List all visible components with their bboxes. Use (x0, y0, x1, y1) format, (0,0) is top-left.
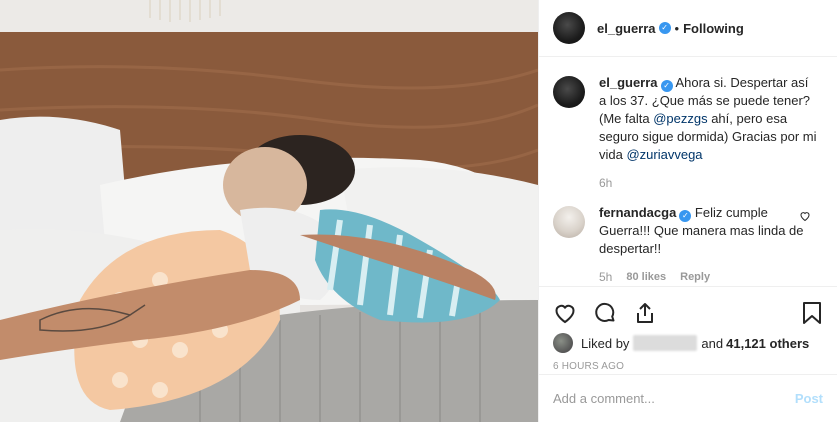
commenter-username[interactable]: fernandacga (599, 205, 676, 220)
comment-input[interactable] (553, 391, 795, 406)
bookmark-icon[interactable] (801, 301, 823, 325)
caption-body: el_guerra ✓ Ahora si. Despertar así a los… (599, 74, 819, 192)
action-icons (553, 293, 823, 333)
comment-body: fernandacga ✓ Feliz cumple Guerra!!! Que … (599, 204, 819, 284)
author-avatar[interactable] (553, 12, 585, 44)
comment-icon[interactable] (593, 301, 617, 325)
caption: el_guerra ✓ Ahora si. Despertar así a los… (553, 74, 823, 192)
comment-item: fernandacga ✓ Feliz cumple Guerra!!! Que … (553, 204, 823, 284)
mention-link[interactable]: @zuriavvega (626, 147, 702, 162)
caption-author-avatar[interactable] (553, 76, 585, 108)
share-icon[interactable] (633, 301, 657, 325)
add-comment-bar: Post (539, 374, 837, 422)
post-timestamp[interactable]: 6 HOURS AGO (553, 361, 823, 372)
follow-button[interactable]: Following (683, 21, 744, 36)
blurred-liker-name[interactable] (633, 335, 698, 351)
author-username[interactable]: el_guerra (597, 21, 656, 36)
separator-dot: • (674, 20, 680, 36)
comment-like-icon[interactable] (799, 210, 811, 225)
commenter-avatar[interactable] (553, 206, 585, 238)
actions-section: Liked by and 41,121 others 6 HOURS AGO (539, 286, 837, 372)
liked-by-prefix: Liked by (581, 335, 630, 351)
caption-meta: 6h (599, 174, 819, 192)
liker-avatar[interactable] (553, 333, 573, 353)
verified-badge-icon: ✓ (658, 22, 671, 34)
comments-section: el_guerra ✓ Ahora si. Despertar así a los… (539, 58, 837, 284)
likes-count[interactable]: 41,121 others (726, 336, 809, 351)
mention-link[interactable]: @pezzgs (653, 111, 707, 126)
reply-button[interactable]: Reply (680, 268, 710, 284)
post-photo[interactable] (0, 0, 538, 422)
comment-age[interactable]: 5h (599, 268, 612, 284)
photo-illustration (0, 0, 538, 422)
comment-likes[interactable]: 80 likes (626, 268, 666, 284)
post-comment-button[interactable]: Post (795, 391, 823, 406)
instagram-post: el_guerra ✓ • Following el_guerra ✓ Ahora… (0, 0, 837, 422)
comment-meta: 5h 80 likes Reply (599, 268, 819, 284)
post-header: el_guerra ✓ • Following (539, 0, 837, 57)
caption-age[interactable]: 6h (599, 174, 612, 192)
likes-and: and (701, 335, 724, 351)
heart-icon[interactable] (553, 301, 577, 325)
caption-author[interactable]: el_guerra (599, 75, 658, 90)
verified-badge-icon: ✓ (660, 80, 673, 92)
verified-badge-icon: ✓ (679, 210, 692, 222)
post-side-panel: el_guerra ✓ • Following el_guerra ✓ Ahora… (538, 0, 837, 422)
likes-summary: Liked by and 41,121 others (553, 333, 823, 353)
